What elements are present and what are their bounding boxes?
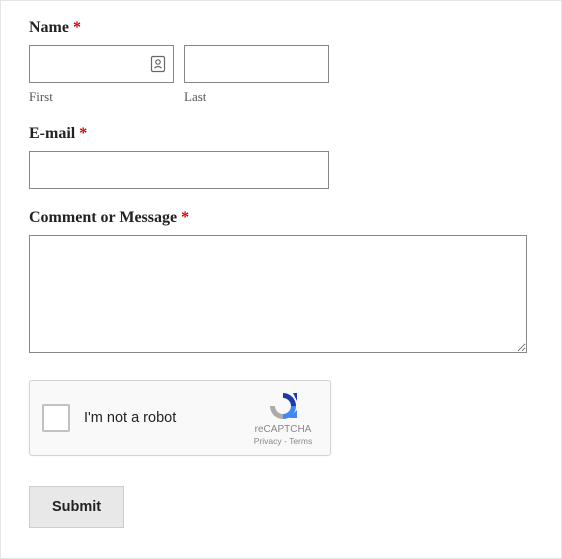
last-name-col: Last bbox=[184, 45, 329, 105]
required-asterisk: * bbox=[181, 209, 189, 226]
recaptcha-label: I'm not a robot bbox=[84, 410, 248, 426]
first-name-col: First bbox=[29, 45, 174, 105]
name-inputs-row: First Last bbox=[29, 45, 533, 105]
required-asterisk: * bbox=[73, 19, 81, 36]
last-name-sublabel: Last bbox=[184, 89, 329, 105]
email-field-group: E-mail * bbox=[29, 125, 533, 189]
message-label: Comment or Message * bbox=[29, 209, 533, 227]
submit-button[interactable]: Submit bbox=[29, 486, 124, 528]
contact-form: Name * First Las bbox=[0, 0, 562, 559]
email-input[interactable] bbox=[29, 151, 329, 189]
message-field-group: Comment or Message * bbox=[29, 209, 533, 358]
name-label: Name * bbox=[29, 19, 533, 37]
recaptcha-logo-icon bbox=[265, 390, 301, 422]
message-label-text: Comment or Message bbox=[29, 209, 177, 226]
name-label-text: Name bbox=[29, 19, 69, 36]
message-textarea[interactable] bbox=[29, 235, 527, 353]
first-name-input[interactable] bbox=[29, 45, 174, 83]
first-name-wrapper bbox=[29, 45, 174, 83]
first-name-sublabel: First bbox=[29, 89, 174, 105]
recaptcha-branding: reCAPTCHA Privacy - Terms bbox=[248, 390, 318, 446]
recaptcha-checkbox[interactable] bbox=[42, 404, 70, 432]
required-asterisk: * bbox=[79, 125, 87, 142]
email-label: E-mail * bbox=[29, 125, 533, 143]
name-field-group: Name * First Las bbox=[29, 19, 533, 105]
recaptcha-brand-text: reCAPTCHA bbox=[255, 424, 312, 435]
email-label-text: E-mail bbox=[29, 125, 75, 142]
recaptcha-widget: I'm not a robot reCAPTCHA Privacy - Term… bbox=[29, 380, 331, 456]
last-name-input[interactable] bbox=[184, 45, 329, 83]
recaptcha-links-text: Privacy - Terms bbox=[254, 436, 312, 446]
